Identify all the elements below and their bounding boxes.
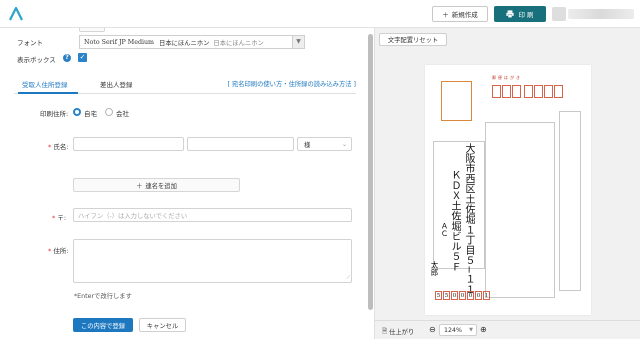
sender-zip-digit: 1 xyxy=(483,291,490,300)
zip-input[interactable]: ハイフン（-）は入力しないでください xyxy=(73,208,352,222)
required-mark: * xyxy=(48,143,52,151)
postcard-preview-panel: 文字配置リセット 郵便はがき 大阪市西区土佐堀１丁目５−１１ ＫＤＸ土佐堀ビル５… xyxy=(374,28,640,339)
company-name[interactable]: ＡＣ xyxy=(439,222,450,237)
postal-card-label: 郵便はがき xyxy=(492,75,522,80)
zip-box xyxy=(492,85,501,98)
sender-zip: 5 5 0 0 0 0 1 xyxy=(435,291,490,300)
print-button-label: 印 刷 xyxy=(518,11,534,19)
partial-select[interactable] xyxy=(79,28,105,32)
address-label: * 住所: xyxy=(48,245,69,255)
printer-icon xyxy=(506,10,515,18)
zoom-value: 124% xyxy=(444,326,463,334)
sender-zip-digit: 0 xyxy=(467,291,474,300)
plus-icon: ＋ xyxy=(442,11,449,19)
address-label-text: 住所: xyxy=(53,247,69,255)
enter-hint: *Enterで改行します xyxy=(74,293,132,300)
help-link[interactable]: [ 宛名印刷の使い方・住所録の読み込み方法 ] xyxy=(227,79,356,88)
reset-layout-button[interactable]: 文字配置リセット xyxy=(379,33,447,46)
app-logo-icon[interactable] xyxy=(8,6,24,22)
name-label-text: 氏名: xyxy=(53,143,69,151)
postcard: 郵便はがき 大阪市西区土佐堀１丁目５−１１ ＫＤＸ土佐堀ビル５Ｆ ＡＣ 太郎 5… xyxy=(425,65,591,315)
print-address-label: 印刷住所: xyxy=(40,110,69,118)
zip-box xyxy=(554,85,563,98)
sender-zip-digit: 0 xyxy=(475,291,482,300)
zip-box xyxy=(524,85,533,98)
sender-zip-digit: 5 xyxy=(435,291,442,300)
required-mark: * xyxy=(52,214,56,222)
font-value: Noto Serif JP Medium xyxy=(84,38,155,46)
new-button-label: 新規作成 xyxy=(451,11,478,19)
zip-box xyxy=(544,85,553,98)
display-box-label: 表示ボックス xyxy=(17,56,56,64)
chevron-down-icon[interactable]: ▼ xyxy=(292,36,304,48)
app-header: ＋ 新規作成 印 刷 xyxy=(0,0,640,28)
address-area-outline xyxy=(559,111,581,291)
font-preview: 日本にほんニホン xyxy=(213,39,264,47)
display-box-checkbox[interactable]: ✓ xyxy=(78,53,87,62)
cancel-button[interactable]: キャンセル xyxy=(139,318,186,332)
preview-footer: 🗎 仕上がり ⊖ 124% ▼ ⊕ xyxy=(375,320,640,339)
address-line-2[interactable]: ＫＤＸ土佐堀ビル５Ｆ xyxy=(447,170,462,272)
print-button[interactable]: 印 刷 xyxy=(494,6,546,22)
address-textarea[interactable]: ⟋ xyxy=(73,239,352,283)
new-button[interactable]: ＋ 新規作成 xyxy=(432,6,488,22)
radio-company-label: 会社 xyxy=(116,110,129,118)
name-label: * 氏名: xyxy=(48,141,69,151)
sender-zip-digit: 0 xyxy=(459,291,466,300)
font-sample: 日本にほんニホン xyxy=(159,39,210,47)
last-name-input[interactable] xyxy=(73,137,184,151)
zip-box xyxy=(512,85,521,98)
plus-icon: ＋ xyxy=(136,182,143,190)
zip-box xyxy=(534,85,543,98)
form-tabs: 受取人住所登録 差出人登録 [ 宛名印刷の使い方・住所録の読み込み方法 ] xyxy=(14,74,356,94)
radio-home-label: 自宅 xyxy=(84,110,97,118)
font-select[interactable]: Noto Serif JP Medium 日本にほんニホン 日本にほんニホン ▼ xyxy=(79,35,305,49)
add-joint-name-label: 連名を追加 xyxy=(145,182,177,190)
zoom-select[interactable]: 124% ▼ xyxy=(439,324,477,336)
first-name-input[interactable] xyxy=(187,137,294,151)
resize-handle-icon[interactable]: ⟋ xyxy=(346,275,350,281)
honorific-select[interactable]: 様 ⌄ xyxy=(297,137,352,151)
finish-label: 仕上がり xyxy=(389,329,415,336)
stamp-box xyxy=(441,81,472,121)
chevron-down-icon: ▼ xyxy=(469,327,473,333)
active-tab-indicator xyxy=(18,92,78,94)
chevron-down-icon: ⌄ xyxy=(341,141,347,148)
zoom-in-icon[interactable]: ⊕ xyxy=(480,325,487,334)
sender-zip-digit: 5 xyxy=(443,291,450,300)
tab-recipient[interactable]: 受取人住所登録 xyxy=(22,79,68,89)
font-label: フォント xyxy=(17,39,43,47)
required-mark: * xyxy=(48,247,52,255)
honorific-value: 様 xyxy=(304,141,311,149)
tab-sender[interactable]: 差出人登録 xyxy=(100,79,133,89)
form-scrollbar[interactable] xyxy=(368,34,373,310)
recipient-area-outline xyxy=(485,122,555,298)
help-icon[interactable]: ? xyxy=(63,54,71,62)
address-form-panel: フォント Noto Serif JP Medium 日本にほんニホン 日本にほん… xyxy=(0,28,370,339)
document-icon: 🗎 xyxy=(382,328,388,335)
zip-box xyxy=(502,85,511,98)
person-name[interactable]: 太郎 xyxy=(429,261,440,276)
finish-preview-button[interactable]: 🗎 仕上がり xyxy=(382,326,414,337)
add-joint-name-button[interactable]: ＋ 連名を追加 xyxy=(73,178,240,192)
sender-zip-digit: 0 xyxy=(451,291,458,300)
avatar[interactable] xyxy=(552,7,566,21)
user-name-blurred[interactable] xyxy=(568,9,634,19)
zoom-out-icon[interactable]: ⊖ xyxy=(429,325,436,334)
radio-company[interactable] xyxy=(105,108,113,116)
register-button[interactable]: この内容で登録 xyxy=(73,318,133,332)
zip-label-text: 〒: xyxy=(57,214,67,222)
radio-home[interactable] xyxy=(73,108,81,116)
address-line-1[interactable]: 大阪市西区土佐堀１丁目５−１１ xyxy=(461,143,476,294)
zip-label: * 〒: xyxy=(52,212,66,222)
